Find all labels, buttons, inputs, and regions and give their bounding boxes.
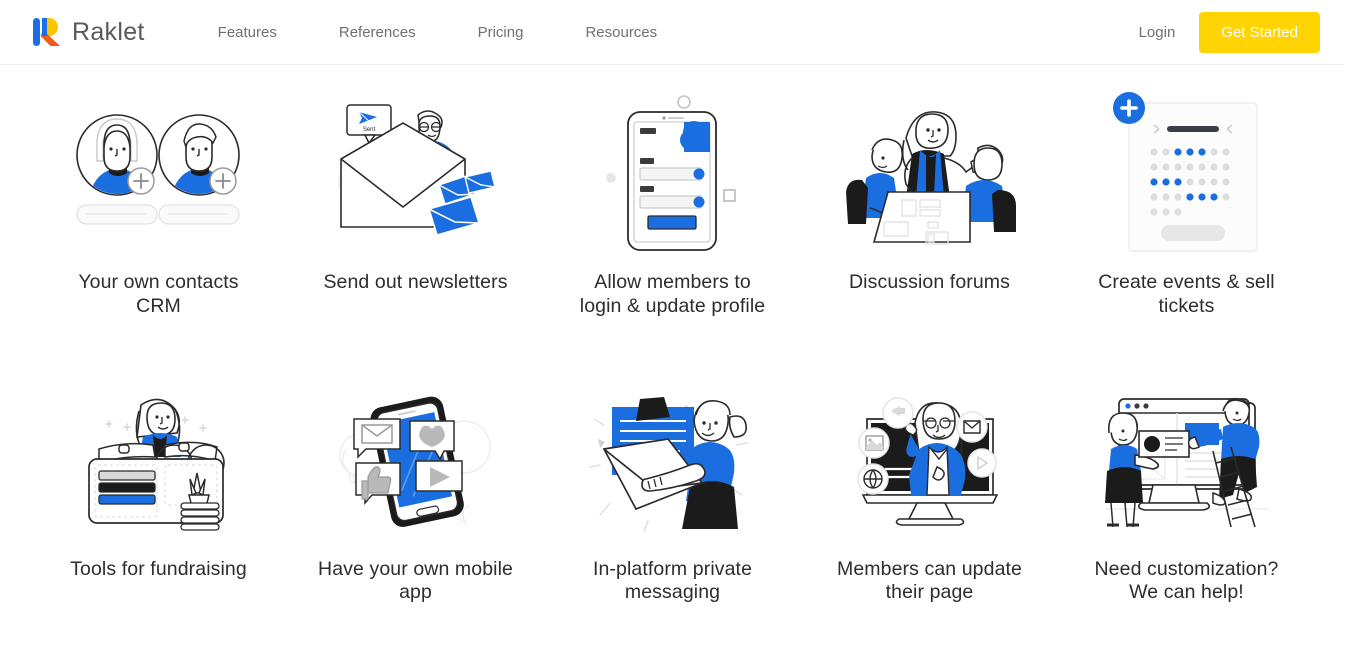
site-header: Raklet Features References Pricing Resou… — [0, 0, 1345, 65]
brand-logo-link[interactable]: Raklet — [32, 16, 145, 48]
fundraising-wallet-illustration — [38, 379, 279, 544]
features-grid-row-2: Tools for fundraising Have your own mobi… — [0, 357, 1345, 606]
feature-card-newsletters[interactable]: Sent Send out newsletters — [287, 87, 544, 319]
discussion-forums-illustration — [809, 87, 1050, 257]
feature-card-member-login[interactable]: Allow members to login & update profile — [544, 87, 801, 319]
features-grid-row-1: Your own contacts CRM Sent Send out news… — [0, 65, 1345, 319]
feature-caption: Send out newsletters — [323, 271, 508, 293]
nav-item-references[interactable]: References — [339, 16, 416, 49]
feature-card-events-tickets[interactable]: Create events & sell tickets — [1058, 87, 1315, 319]
login-link[interactable]: Login — [1139, 24, 1176, 41]
feature-caption: Discussion forums — [849, 271, 1010, 293]
feature-card-member-page[interactable]: Members can update their page — [801, 379, 1058, 606]
feature-caption: In-platform private messaging — [592, 557, 753, 604]
newsletter-illustration: Sent — [295, 87, 536, 257]
feature-caption: Allow members to login & update profile — [579, 271, 766, 317]
member-page-illustration — [809, 379, 1050, 544]
contacts-crm-illustration — [38, 87, 279, 257]
raklet-r-logo-icon — [32, 16, 62, 48]
brand-name: Raklet — [72, 17, 145, 46]
feature-caption: Create events & sell tickets — [1098, 271, 1275, 317]
events-calendar-illustration — [1066, 87, 1307, 257]
feature-caption: Need customization? We can help! — [1094, 557, 1279, 604]
feature-card-discussion-forums[interactable]: Discussion forums — [801, 87, 1058, 319]
feature-caption: Have your own mobile app — [318, 557, 513, 604]
private-messaging-illustration — [552, 379, 793, 544]
nav-item-resources[interactable]: Resources — [585, 16, 657, 49]
feature-caption: Your own contacts CRM — [78, 271, 239, 317]
feature-card-contacts-crm[interactable]: Your own contacts CRM — [30, 87, 287, 319]
mobile-app-illustration — [295, 379, 536, 544]
main-navigation: Features References Pricing Resources — [218, 16, 719, 49]
header-actions: Login Get Started — [1139, 11, 1320, 53]
feature-card-fundraising[interactable]: Tools for fundraising — [30, 379, 287, 606]
nav-item-pricing[interactable]: Pricing — [478, 16, 524, 49]
feature-caption: Tools for fundraising — [70, 557, 247, 580]
customization-illustration — [1066, 379, 1307, 544]
get-started-button[interactable]: Get Started — [1199, 11, 1320, 53]
feature-card-mobile-app[interactable]: Have your own mobile app — [287, 379, 544, 606]
nav-item-features[interactable]: Features — [218, 16, 277, 49]
sent-tooltip-label: Sent — [363, 127, 376, 133]
feature-caption: Members can update their page — [837, 557, 1022, 604]
mobile-login-illustration — [552, 87, 793, 257]
feature-card-customization[interactable]: Need customization? We can help! — [1058, 379, 1315, 606]
feature-card-private-messaging[interactable]: In-platform private messaging — [544, 379, 801, 606]
